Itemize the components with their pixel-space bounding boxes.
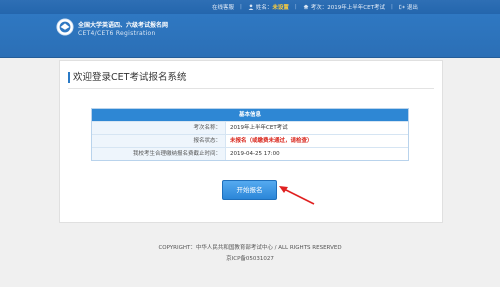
status-key: 报名状态： — [92, 135, 226, 147]
arrow-annotation-icon — [279, 186, 315, 205]
deadline-key: 我校考生合理缴纳报名费截止时间： — [92, 148, 226, 160]
status-value: 未报名（或缴费未通过，请检查） — [230, 138, 313, 144]
deadline-value: 2019-04-25 17:00 — [230, 151, 280, 157]
logout-link[interactable]: 退出 — [399, 3, 418, 11]
user-icon — [248, 4, 254, 10]
site-name-cn: 全国大学英语四、六级考试报名网 — [78, 22, 169, 29]
exam-name-value: 2019年上半年CET考试 — [230, 125, 288, 131]
table-row: 我校考生合理缴纳报名费截止时间： 2019-04-25 17:00 — [92, 147, 408, 160]
logout-icon — [399, 4, 405, 10]
exam-label: 考次： — [310, 5, 328, 11]
exam-display: 考次： 2019年上半年CET考试 — [303, 3, 385, 11]
exam-value: 2019年上半年CET考试 — [327, 5, 385, 11]
online-service-link[interactable]: 在线客服 — [212, 3, 234, 11]
exam-icon — [303, 4, 309, 10]
exam-name-key: 考次名称： — [92, 122, 226, 134]
name-label: 姓名： — [255, 5, 273, 11]
site-header — [0, 14, 500, 58]
info-table-heading: 基本信息 — [92, 109, 408, 121]
separator: | — [390, 4, 393, 10]
page-title: 欢迎登录CET考试报名系统 — [68, 72, 186, 83]
top-utility-bar: 在线客服 | 姓名： 未设置 | 考次： 2019年上半年CET考试 | 退出 — [0, 0, 500, 14]
start-registration-button[interactable]: 开始报名 — [222, 180, 277, 200]
separator: | — [240, 4, 242, 10]
logout-label[interactable]: 退出 — [407, 3, 418, 11]
footer-icp: 京ICP备05031027 — [226, 256, 274, 262]
top-links: 在线客服 | 姓名： 未设置 | 考次： 2019年上半年CET考试 | 退出 — [212, 3, 418, 11]
site-logo-icon — [56, 18, 74, 36]
info-table: 基本信息 考次名称： 2019年上半年CET考试 报名状态： 未报名（或缴费未通… — [91, 108, 409, 161]
site-name-en: CET4/CET6 Registration — [78, 30, 156, 37]
table-row: 考次名称： 2019年上半年CET考试 — [92, 121, 408, 134]
name-value: 未设置 — [272, 5, 289, 11]
table-row: 报名状态： 未报名（或缴费未通过，请检查） — [92, 134, 408, 147]
title-divider — [68, 88, 434, 89]
footer-copyright: COPYRIGHT：中华人民共和国教育部考试中心 / ALL RIGHTS RE… — [158, 245, 342, 251]
user-name-display: 姓名： 未设置 — [248, 3, 289, 11]
separator: | — [294, 4, 297, 10]
